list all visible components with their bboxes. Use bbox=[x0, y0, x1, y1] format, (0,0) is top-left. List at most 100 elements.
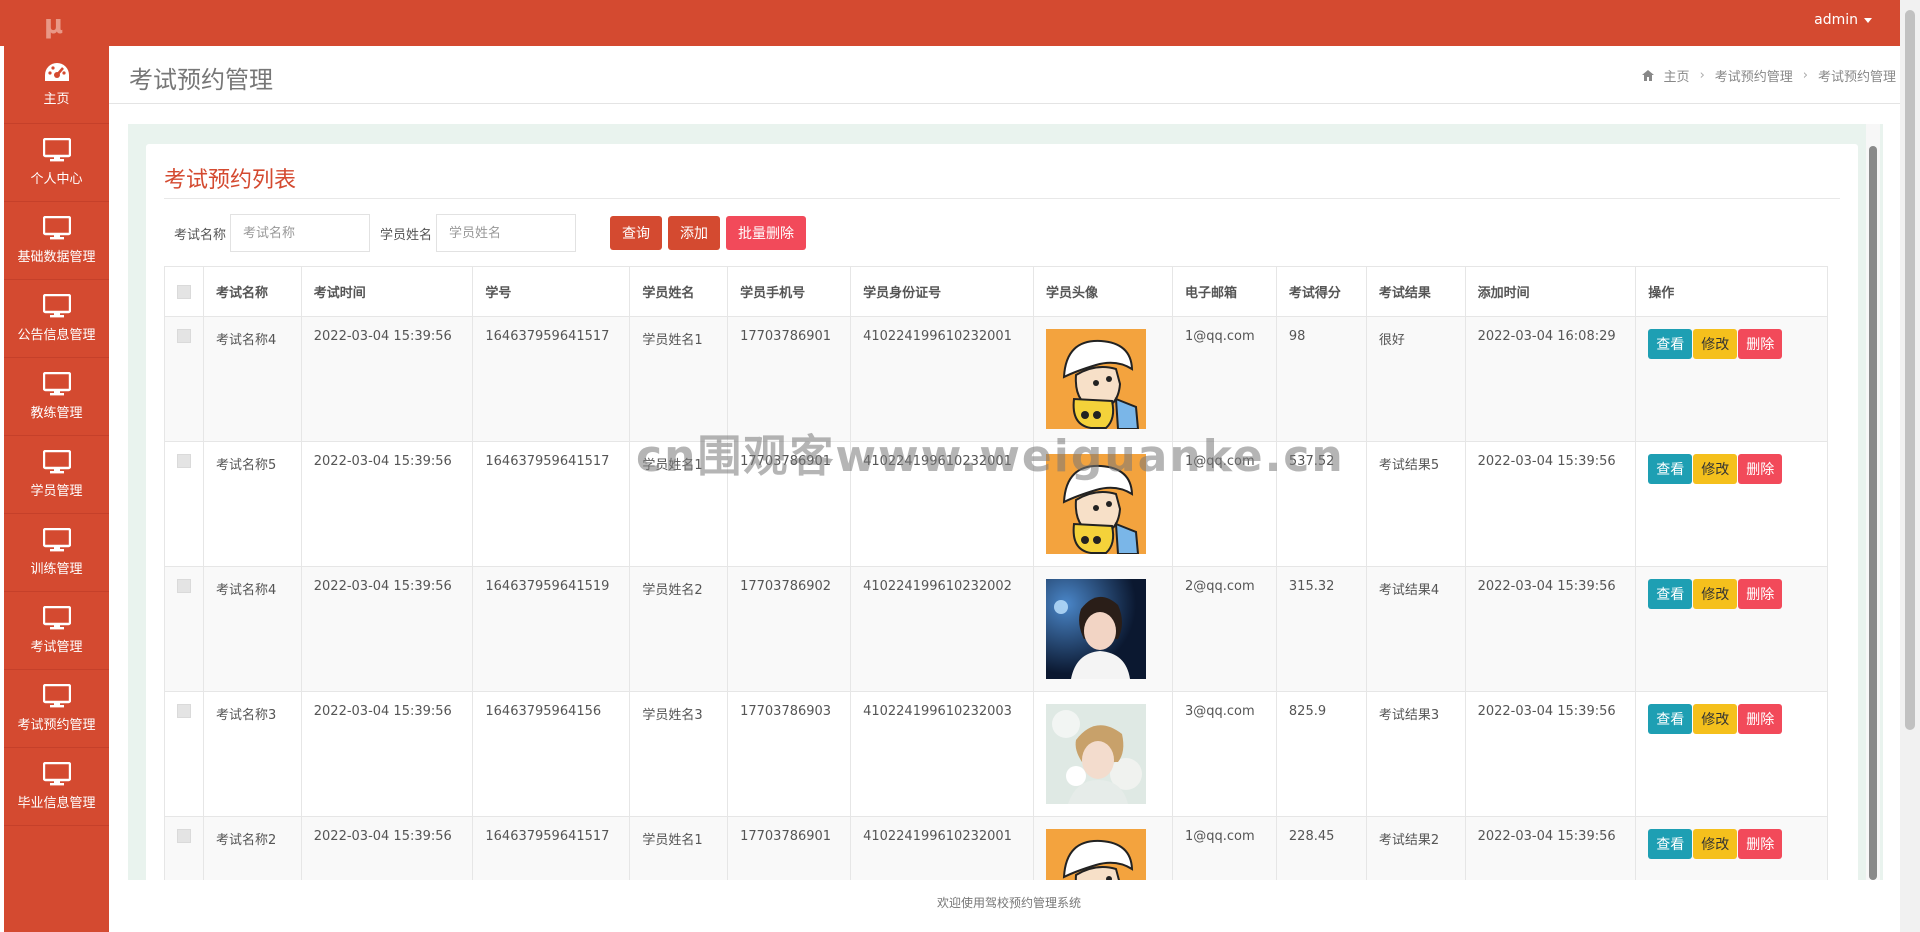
edit-button[interactable]: 修改 bbox=[1693, 454, 1738, 484]
query-button[interactable]: 查询 bbox=[610, 216, 663, 250]
sidebar-item-label: 考试预约管理 bbox=[17, 718, 96, 733]
view-button[interactable]: 查看 bbox=[1648, 579, 1693, 609]
monitor-icon bbox=[42, 294, 71, 318]
user-name: admin bbox=[1814, 12, 1858, 28]
table-cell: 410224199610232003 bbox=[850, 691, 1035, 817]
footer: 欢迎使用驾校预约管理系统 bbox=[109, 880, 1909, 932]
sidebar-item-3[interactable]: 公告信息管理 bbox=[4, 280, 109, 358]
add-button[interactable]: 添加 bbox=[668, 216, 721, 250]
sidebar-item-9[interactable]: 毕业信息管理 bbox=[4, 748, 109, 826]
row-select-cell bbox=[164, 441, 204, 567]
page-scrollbar[interactable] bbox=[1900, 0, 1920, 932]
row-checkbox[interactable] bbox=[177, 829, 191, 843]
divider bbox=[164, 198, 1840, 199]
exam-name-input[interactable] bbox=[230, 214, 371, 252]
table-cell: 考试名称4 bbox=[203, 566, 302, 692]
row-checkbox[interactable] bbox=[177, 329, 191, 343]
caret-down-icon bbox=[1864, 17, 1872, 23]
panel-scrollbar[interactable] bbox=[1866, 124, 1880, 880]
app-logo[interactable]: μ bbox=[44, 10, 63, 40]
table-cell: 2022-03-04 15:39:56 bbox=[300, 441, 474, 567]
table-cell: 1@qq.com bbox=[1171, 316, 1277, 442]
appointment-table: 考试名称 考试时间 学号 学员姓名 学员手机号 学员身份证号 学员头像 电子邮箱 考试得分 考试结… bbox=[164, 266, 1828, 926]
column-header: 考试结果 bbox=[1365, 266, 1466, 317]
select-all-cell bbox=[164, 266, 204, 317]
table-cell: 学员姓名1 bbox=[629, 441, 729, 567]
delete-button[interactable]: 删除 bbox=[1738, 579, 1783, 609]
edit-button[interactable]: 修改 bbox=[1693, 329, 1738, 359]
monitor-icon bbox=[42, 762, 71, 786]
column-header: 学员身份证号 bbox=[850, 266, 1035, 317]
delete-button[interactable]: 删除 bbox=[1738, 704, 1783, 734]
table-cell: 2022-03-04 15:39:56 bbox=[300, 691, 474, 817]
table-cell: 2022-03-04 16:08:29 bbox=[1464, 316, 1637, 442]
sidebar-item-1[interactable]: 个人中心 bbox=[4, 124, 109, 202]
column-header: 考试得分 bbox=[1275, 266, 1367, 317]
breadcrumb-section[interactable]: 考试预约管理 bbox=[1715, 66, 1793, 85]
edit-button[interactable]: 修改 bbox=[1693, 704, 1738, 734]
view-button[interactable]: 查看 bbox=[1648, 454, 1693, 484]
view-button[interactable]: 查看 bbox=[1648, 704, 1693, 734]
breadcrumb-home[interactable]: 主页 bbox=[1664, 66, 1690, 85]
sidebar-item-5[interactable]: 学员管理 bbox=[4, 436, 109, 514]
table-cell: 1@qq.com bbox=[1171, 441, 1277, 567]
delete-button[interactable]: 删除 bbox=[1738, 829, 1783, 859]
sidebar-item-2[interactable]: 基础数据管理 bbox=[4, 202, 109, 280]
table-cell: 学员姓名2 bbox=[629, 566, 729, 692]
sidebar-item-label: 公告信息管理 bbox=[17, 328, 96, 343]
table-cell: 2022-03-04 15:39:56 bbox=[1464, 691, 1637, 817]
row-select-cell bbox=[164, 691, 204, 817]
dashboard-icon bbox=[44, 62, 70, 82]
delete-button[interactable]: 删除 bbox=[1738, 329, 1783, 359]
sidebar-item-label: 学员管理 bbox=[30, 484, 83, 499]
page-scrollbar-thumb[interactable] bbox=[1905, 10, 1915, 730]
table-row: 考试名称4 2022-03-04 15:39:56 164637959641519 学… bbox=[164, 566, 1828, 692]
table-cell: 16463795964156 bbox=[472, 691, 631, 817]
table-cell: 很好 bbox=[1365, 316, 1466, 442]
edit-button[interactable]: 修改 bbox=[1693, 579, 1738, 609]
column-header: 学员姓名 bbox=[629, 266, 729, 317]
table-row: 考试名称4 2022-03-04 15:39:56 164637959641517 学… bbox=[164, 316, 1828, 442]
table-row: 考试名称5 2022-03-04 15:39:56 164637959641517 学… bbox=[164, 441, 1828, 567]
table-cell: 考试结果5 bbox=[1365, 441, 1466, 567]
view-button[interactable]: 查看 bbox=[1648, 329, 1693, 359]
table-cell: 17703786903 bbox=[727, 691, 852, 817]
edit-button[interactable]: 修改 bbox=[1693, 829, 1738, 859]
table-header-row: 考试名称 考试时间 学号 学员姓名 学员手机号 学员身份证号 学员头像 电子邮箱 考试得分 考试结… bbox=[164, 266, 1828, 317]
column-header: 学员手机号 bbox=[727, 266, 852, 317]
sidebar-item-4[interactable]: 教练管理 bbox=[4, 358, 109, 436]
table-cell: 17703786901 bbox=[727, 441, 852, 567]
table-cell: 考试名称4 bbox=[203, 316, 302, 442]
table-cell: 2022-03-04 15:39:56 bbox=[1464, 566, 1637, 692]
sidebar-item-6[interactable]: 训练管理 bbox=[4, 514, 109, 592]
top-bar: μ admin bbox=[0, 0, 1920, 46]
page-header: 考试预约管理 主页 › 考试预约管理 › 考试预约管理 bbox=[109, 46, 1920, 104]
column-header: 学员头像 bbox=[1033, 266, 1173, 317]
delete-button[interactable]: 删除 bbox=[1738, 454, 1783, 484]
row-checkbox[interactable] bbox=[177, 579, 191, 593]
table-cell: 17703786902 bbox=[727, 566, 852, 692]
avatar-cell bbox=[1033, 316, 1173, 442]
table-cell: 2022-03-04 15:39:56 bbox=[1464, 441, 1637, 567]
sidebar-item-7[interactable]: 考试管理 bbox=[4, 592, 109, 670]
avatar-cell bbox=[1033, 441, 1173, 567]
batch-delete-button[interactable]: 批量删除 bbox=[726, 216, 807, 250]
table-cell: 学员姓名1 bbox=[629, 316, 729, 442]
table-cell: 537.52 bbox=[1275, 441, 1367, 567]
table-cell: 3@qq.com bbox=[1171, 691, 1277, 817]
row-checkbox[interactable] bbox=[177, 704, 191, 718]
row-checkbox[interactable] bbox=[177, 454, 191, 468]
table-cell: 164637959641517 bbox=[472, 316, 631, 442]
student-name-input[interactable] bbox=[436, 214, 577, 252]
actions-cell: 查看 修改 删除 bbox=[1635, 316, 1828, 442]
table-cell: 825.9 bbox=[1275, 691, 1367, 817]
select-all-checkbox[interactable] bbox=[177, 284, 191, 299]
actions-cell: 查看 修改 删除 bbox=[1635, 441, 1828, 567]
view-button[interactable]: 查看 bbox=[1648, 829, 1693, 859]
panel-scrollbar-thumb[interactable] bbox=[1869, 146, 1877, 880]
table-cell: 164637959641517 bbox=[472, 441, 631, 567]
student-name-label: 学员姓名 bbox=[380, 227, 433, 243]
sidebar-item-0[interactable]: 主页 bbox=[4, 46, 109, 124]
sidebar-item-8[interactable]: 考试预约管理 bbox=[4, 670, 109, 748]
user-menu[interactable]: admin bbox=[1814, 12, 1872, 28]
